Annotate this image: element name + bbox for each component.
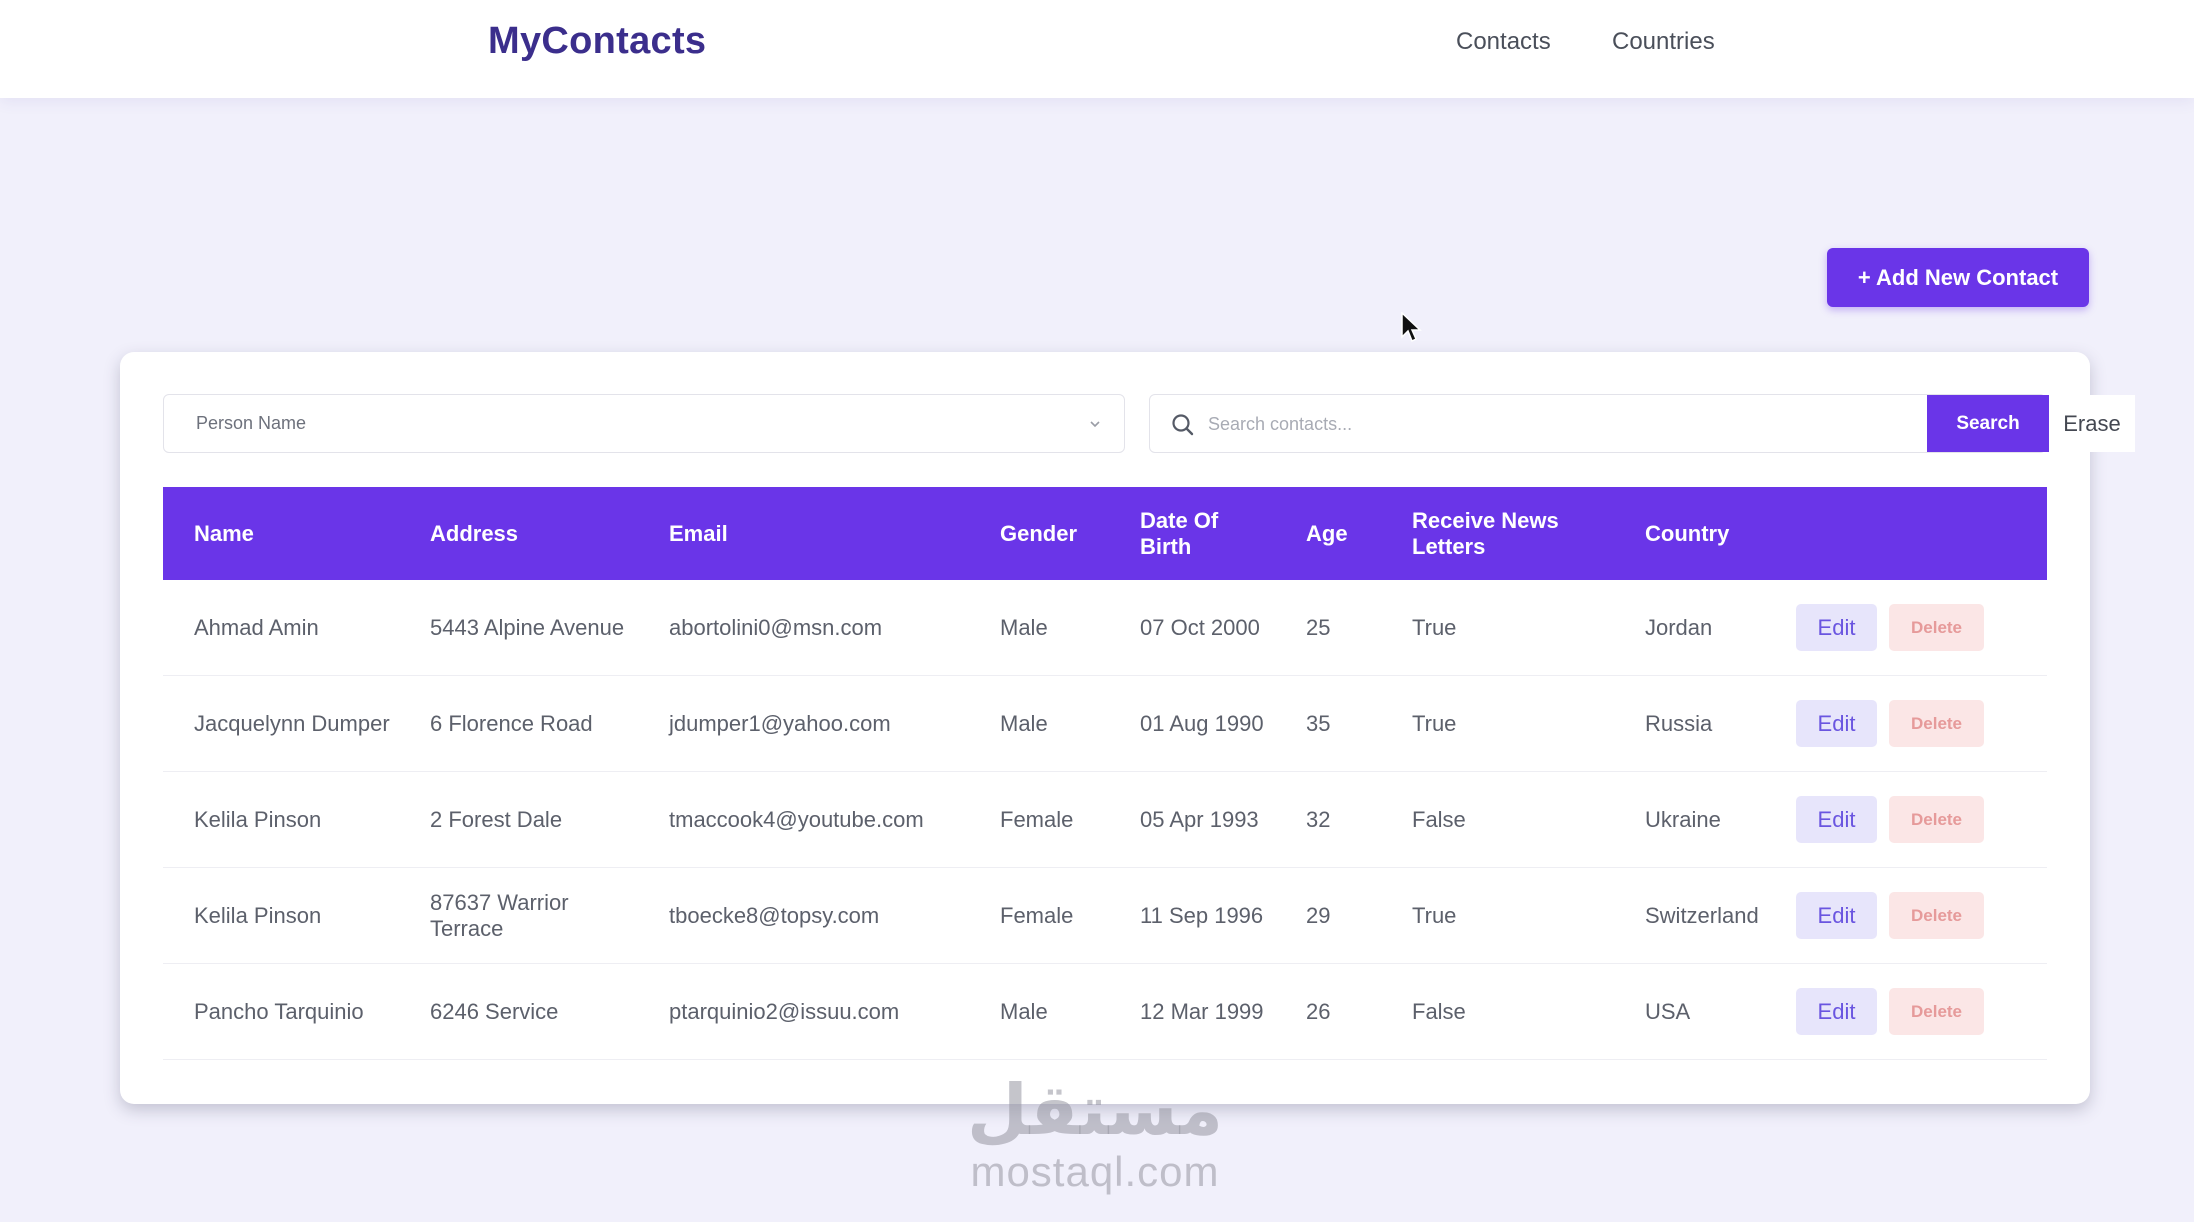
- cell-email: abortolini0@msn.com: [669, 614, 883, 640]
- cell-gender: Male: [1000, 998, 1048, 1024]
- cell-country: Ukraine: [1645, 806, 1721, 832]
- column-header-gender: Gender: [1000, 520, 1078, 546]
- column-header-email: Email: [669, 520, 728, 546]
- contacts-table: Name Address Email Gender Date Of Birth …: [163, 487, 2047, 1060]
- cell-actions: Edit Delete: [1796, 988, 2047, 1035]
- search-input[interactable]: [1208, 405, 1828, 443]
- cell-actions: Edit Delete: [1796, 604, 2047, 651]
- cell-country: USA: [1645, 998, 1691, 1024]
- cell-name: Pancho Tarquinio: [194, 998, 364, 1024]
- cell-age: 29: [1306, 902, 1331, 928]
- watermark-latin: mostaql.com: [970, 1148, 1220, 1195]
- table-row: Pancho Tarquinio 6246 Service ptarquinio…: [163, 964, 2047, 1060]
- cell-email: tboecke8@topsy.com: [669, 902, 880, 928]
- cell-age: 25: [1306, 614, 1331, 640]
- cell-country: Switzerland: [1645, 902, 1759, 928]
- search-button[interactable]: Search: [1927, 395, 2049, 452]
- cell-actions: Edit Delete: [1796, 892, 2047, 939]
- top-navbar: MyContacts Contacts Countries: [0, 0, 2194, 98]
- cell-actions: Edit Delete: [1796, 796, 2047, 843]
- watermark-arabic: مستقل: [966, 1071, 1223, 1149]
- cell-date-of-birth: 11 Sep 1996: [1140, 902, 1264, 928]
- cell-actions: Edit Delete: [1796, 700, 2047, 747]
- cell-name: Kelila Pinson: [194, 806, 322, 832]
- edit-button[interactable]: Edit: [1796, 604, 1877, 651]
- cell-age: 35: [1306, 710, 1331, 736]
- cell-address: 5443 Alpine Avenue: [430, 614, 625, 640]
- column-header-country: Country: [1645, 520, 1730, 546]
- cell-newsletters: True: [1412, 710, 1457, 736]
- edit-button[interactable]: Edit: [1796, 796, 1877, 843]
- filter-field-value: Person Name: [196, 413, 307, 433]
- cell-email: jdumper1@yahoo.com: [669, 710, 891, 736]
- cell-address: 2 Forest Dale: [430, 806, 563, 832]
- column-header-newsletters: Receive News Letters: [1412, 507, 1559, 559]
- column-header-date-of-birth: Date Of Birth: [1140, 507, 1219, 559]
- nav-link-countries[interactable]: Countries: [1612, 28, 1715, 56]
- add-new-contact-button[interactable]: + Add New Contact: [1827, 248, 2089, 307]
- cell-gender: Female: [1000, 806, 1074, 832]
- table-row: Kelila Pinson 2 Forest Dale tmaccook4@yo…: [163, 772, 2047, 868]
- cell-date-of-birth: 07 Oct 2000: [1140, 614, 1260, 640]
- search-box: [1149, 394, 2046, 453]
- search-icon: [1172, 414, 1194, 436]
- cell-address: 87637 Warrior Terrace: [430, 889, 569, 941]
- cell-gender: Female: [1000, 902, 1074, 928]
- cell-name: Ahmad Amin: [194, 614, 319, 640]
- table-header: Name Address Email Gender Date Of Birth …: [163, 487, 2047, 580]
- cell-age: 26: [1306, 998, 1331, 1024]
- cell-country: Russia: [1645, 710, 1713, 736]
- cell-newsletters: False: [1412, 806, 1466, 832]
- contacts-card: Person Name Search Erase Name Address Em…: [120, 352, 2135, 1104]
- delete-button[interactable]: Delete: [1889, 700, 1984, 747]
- cell-date-of-birth: 01 Aug 1990: [1140, 710, 1264, 736]
- cell-age: 32: [1306, 806, 1331, 832]
- cell-date-of-birth: 12 Mar 1999: [1140, 998, 1264, 1024]
- cell-gender: Male: [1000, 614, 1048, 640]
- mouse-cursor-icon: [1401, 312, 1422, 343]
- column-header-age: Age: [1306, 520, 1348, 546]
- column-header-name: Name: [194, 520, 254, 546]
- column-header-address: Address: [430, 520, 519, 546]
- cell-newsletters: False: [1412, 998, 1466, 1024]
- edit-button[interactable]: Edit: [1796, 892, 1877, 939]
- cell-name: Kelila Pinson: [194, 902, 322, 928]
- cell-name: Jacquelynn Dumper: [194, 710, 390, 736]
- cell-newsletters: True: [1412, 902, 1457, 928]
- cell-newsletters: True: [1412, 614, 1457, 640]
- delete-button[interactable]: Delete: [1889, 796, 1984, 843]
- delete-button[interactable]: Delete: [1889, 604, 1984, 651]
- cell-email: ptarquinio2@issuu.com: [669, 998, 900, 1024]
- chevron-down-icon: [1090, 421, 1100, 428]
- delete-button[interactable]: Delete: [1889, 988, 1984, 1035]
- table-row: Ahmad Amin 5443 Alpine Avenue abortolini…: [163, 580, 2047, 676]
- table-row: Jacquelynn Dumper 6 Florence Road jdumpe…: [163, 676, 2047, 772]
- cell-address: 6246 Service: [430, 998, 559, 1024]
- cell-country: Jordan: [1645, 614, 1713, 640]
- cell-gender: Male: [1000, 710, 1048, 736]
- edit-button[interactable]: Edit: [1796, 700, 1877, 747]
- nav-link-contacts[interactable]: Contacts: [1456, 28, 1551, 56]
- delete-button[interactable]: Delete: [1889, 892, 1984, 939]
- edit-button[interactable]: Edit: [1796, 988, 1877, 1035]
- cell-email: tmaccook4@youtube.com: [669, 806, 924, 832]
- filter-field-select[interactable]: Person Name: [163, 394, 1125, 453]
- cell-address: 6 Florence Road: [430, 710, 593, 736]
- table-row: Kelila Pinson 87637 Warrior Terrace tboe…: [163, 868, 2047, 964]
- watermark: مستقل mostaql.com: [960, 1070, 1230, 1194]
- erase-button[interactable]: Erase: [2049, 395, 2135, 452]
- brand-logo[interactable]: MyContacts: [488, 20, 706, 63]
- cell-date-of-birth: 05 Apr 1993: [1140, 806, 1259, 832]
